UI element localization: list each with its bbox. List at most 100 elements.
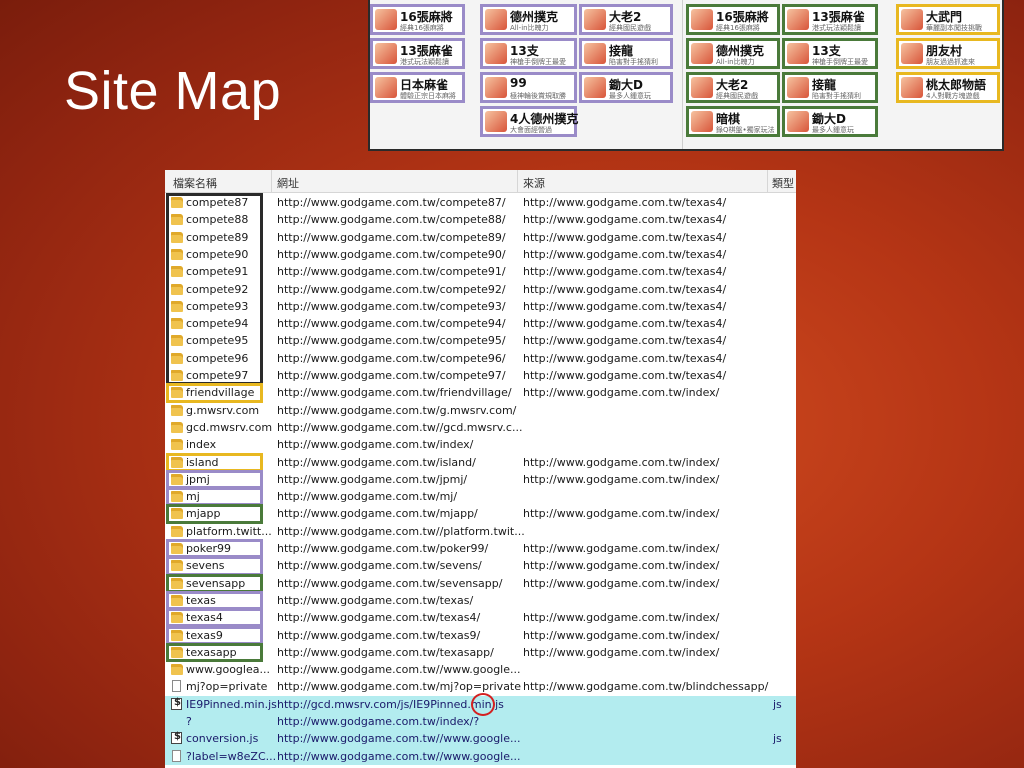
game-tile[interactable]: 德州撲克 All-in比魄力 xyxy=(686,38,780,69)
game-tile[interactable]: 接龍 陷害對手搖猜利 xyxy=(579,38,673,69)
game-avatar-icon xyxy=(375,9,397,30)
script-icon xyxy=(171,697,182,710)
file-source: http://www.godgame.com.tw/index/ xyxy=(523,576,720,590)
game-tile[interactable]: 13張麻雀 港式玩法穎鬆讀 xyxy=(782,4,878,35)
slide-title: Site Map xyxy=(64,61,282,121)
column-header-url[interactable]: 網址 xyxy=(277,175,299,191)
game-tile[interactable]: 13支 神槍手倒牌王最愛 xyxy=(782,38,878,69)
file-url: http://www.godgame.com.tw/island/ xyxy=(277,455,476,469)
game-avatar-icon xyxy=(691,43,713,64)
game-tile[interactable]: 大武門 華麗副本闖技挑戰 xyxy=(896,4,1000,35)
file-source: http://www.godgame.com.tw/texas4/ xyxy=(523,230,727,244)
highlight-box-green xyxy=(166,642,263,663)
game-subtitle: 港式玩法穎鬆讀 xyxy=(400,58,449,66)
game-tile[interactable]: 接龍 陷害對手搖猜利 xyxy=(782,72,878,103)
panel-divider xyxy=(682,0,683,149)
folder-icon xyxy=(171,421,183,433)
file-source: http://www.godgame.com.tw/texas4/ xyxy=(523,299,727,313)
game-tile[interactable]: 13張麻雀 港式玩法穎鬆讀 xyxy=(370,38,465,69)
table-row[interactable]: conversion.js http://www.godgame.com.tw//… xyxy=(165,730,796,748)
game-avatar-icon xyxy=(901,77,923,98)
game-subtitle: 極神輪後賞規取勝 xyxy=(510,92,566,100)
game-tile[interactable]: 鋤大D 最多人鍾意玩 xyxy=(579,72,673,103)
game-avatar-icon xyxy=(485,9,507,30)
column-header-name[interactable]: 檔案名稱 xyxy=(173,175,217,191)
game-subtitle: 體驗正宗日本麻將 xyxy=(400,92,456,100)
folder-icon xyxy=(171,664,183,676)
folder-icon xyxy=(171,525,183,537)
file-source: http://www.godgame.com.tw/texas4/ xyxy=(523,369,727,382)
file-url: http://www.godgame.com.tw/texas/ xyxy=(277,593,474,607)
game-tile[interactable]: 13支 神槍手倒牌王最愛 xyxy=(480,38,577,69)
file-name: www.googlea... xyxy=(186,663,270,677)
file-source: http://www.godgame.com.tw/texas4/ xyxy=(523,351,727,365)
file-name: ?label=w8eZC... xyxy=(186,749,277,763)
highlight-box-green xyxy=(166,504,263,524)
file-source: http://www.godgame.com.tw/index/ xyxy=(523,559,720,573)
column-separator[interactable] xyxy=(767,170,768,192)
game-tile[interactable]: 16張麻將 經典16張麻將 xyxy=(370,4,465,35)
file-url: http://www.godgame.com.tw/mj/ xyxy=(277,490,458,504)
file-type: js xyxy=(773,697,782,711)
file-source: http://www.godgame.com.tw/texas4/ xyxy=(523,317,727,331)
game-avatar-icon xyxy=(691,9,713,30)
table-row[interactable]: index http://www.godgame.com.tw/index/ xyxy=(165,436,796,453)
table-row[interactable]: ?label=w8eZC... http://www.godgame.com.tw… xyxy=(165,747,796,765)
column-separator[interactable] xyxy=(271,170,272,192)
game-tile[interactable]: 16張麻將 經典16張麻將 xyxy=(686,4,780,35)
file-url: http://www.godgame.com.tw/texas9/ xyxy=(277,628,481,642)
game-avatar-icon xyxy=(375,77,397,98)
file-url: http://www.godgame.com.tw//www.google... xyxy=(277,732,521,746)
file-source: http://www.godgame.com.tw/texas4/ xyxy=(523,213,727,227)
file-url: http://www.godgame.com.tw/g.mwsrv.com/ xyxy=(277,403,517,417)
file-url: http://www.godgame.com.tw//gcd.mwsrv.c..… xyxy=(277,420,523,434)
game-tile[interactable]: 99 極神輪後賞規取勝 xyxy=(480,72,577,103)
folder-icon xyxy=(171,439,183,451)
folder-icon xyxy=(171,404,183,416)
game-tile[interactable]: 朋友村 朋友過過抓進來 xyxy=(896,38,1000,69)
file-source: http://www.godgame.com.tw/index/ xyxy=(523,455,720,469)
script-icon xyxy=(171,731,182,745)
file-url: http://www.godgame.com.tw/compete93/ xyxy=(277,299,506,313)
game-panel: 16張麻將 經典16張麻將 德州撲克 All-in比魄力 大老2 經典國民遊戲 13張麻雀港… xyxy=(368,0,1004,151)
table-row[interactable]: g.mwsrv.com http://www.godgame.com.tw/g.m… xyxy=(165,402,796,419)
table-row[interactable]: gcd.mwsrv.com http://www.godgame.com.tw//… xyxy=(165,419,796,436)
file-source: http://www.godgame.com.tw/index/ xyxy=(523,611,720,625)
file-url: http://www.godgame.com.tw/compete88/ xyxy=(277,213,506,227)
game-tile[interactable]: 德州撲克 All-in比魄力 xyxy=(480,4,577,35)
file-url: http://www.godgame.com.tw/sevensapp/ xyxy=(277,576,503,590)
file-source: http://www.godgame.com.tw/texas4/ xyxy=(523,282,727,296)
file-url: http://www.godgame.com.tw/compete89/ xyxy=(277,230,506,244)
table-row[interactable]: platform.twitt... http://www.godgame.com.… xyxy=(165,523,796,540)
game-avatar-icon xyxy=(485,77,507,98)
table-row[interactable]: www.googlea... http://www.godgame.com.tw/… xyxy=(165,661,796,678)
file-url: http://www.godgame.com.tw/compete92/ xyxy=(277,282,506,296)
game-tile[interactable]: 暗棋 錄Q棋盤•獨家玩法 xyxy=(686,106,780,137)
file-source: http://www.godgame.com.tw/blindchessapp/ xyxy=(523,680,769,694)
column-header-source[interactable]: 來源 xyxy=(523,175,545,191)
file-url: http://www.godgame.com.tw/friendvillage/ xyxy=(277,386,512,400)
game-subtitle: 最多人鍾意玩 xyxy=(812,126,854,134)
file-name: platform.twitt... xyxy=(186,524,272,538)
file-url: http://www.godgame.com.tw/compete96/ xyxy=(277,351,506,365)
game-subtitle: 港式玩法穎鬆讀 xyxy=(812,24,861,32)
game-tile[interactable]: 桃太郎物語 4人對戰方塊遊戲 xyxy=(896,72,1000,103)
game-avatar-icon xyxy=(901,43,923,64)
file-url: http://www.godgame.com.tw/compete94/ xyxy=(277,317,506,331)
column-header-type[interactable]: 類型 xyxy=(772,175,794,191)
file-url: http://www.godgame.com.tw/index/ xyxy=(277,438,474,452)
game-tile[interactable]: 4人德州撲克 大會面經營過 xyxy=(480,106,578,137)
file-url: http://www.godgame.com.tw/compete97/ xyxy=(277,369,506,382)
game-subtitle: 陷害對手搖猜利 xyxy=(609,58,658,66)
file-url: http://www.godgame.com.tw/compete95/ xyxy=(277,334,506,348)
game-tile[interactable]: 日本麻雀 體驗正宗日本麻將 xyxy=(370,72,465,103)
column-separator[interactable] xyxy=(517,170,518,192)
file-type: js xyxy=(773,732,782,746)
file-source: http://www.godgame.com.tw/index/ xyxy=(523,542,720,555)
game-tile[interactable]: 鋤大D 最多人鍾意玩 xyxy=(782,106,878,137)
file-url: http://www.godgame.com.tw/index/? xyxy=(277,715,480,728)
game-avatar-icon xyxy=(787,43,809,64)
file-url: http://www.godgame.com.tw/texasapp/ xyxy=(277,645,494,659)
game-tile[interactable]: 大老2 經典國民遊戲 xyxy=(579,4,673,35)
game-tile[interactable]: 大老2 經典國民遊戲 xyxy=(686,72,780,103)
